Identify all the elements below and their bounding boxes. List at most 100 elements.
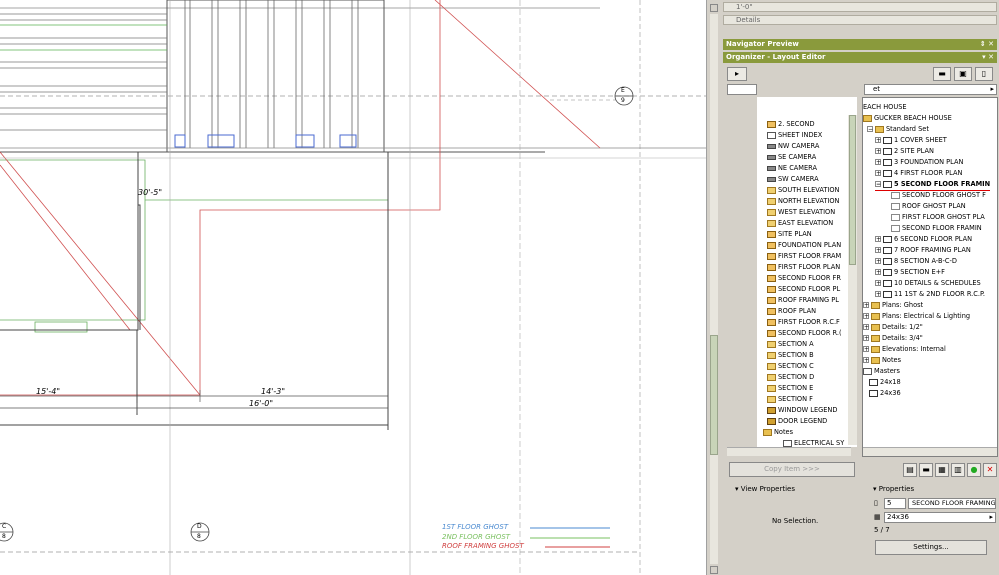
scroll-thumb[interactable] bbox=[710, 335, 718, 455]
properties-toggle[interactable]: ▾ Properties bbox=[873, 485, 914, 493]
panel-controls-icon[interactable]: ⇕ ✕ bbox=[980, 39, 994, 50]
layout-book-item[interactable]: +1 COVER SHEET bbox=[875, 135, 947, 146]
view-map-item[interactable]: SHEET INDEX bbox=[767, 130, 822, 141]
view-map-item[interactable]: WINDOW LEGEND bbox=[767, 405, 837, 416]
layout-book-item[interactable]: ROOF GHOST PLAN bbox=[891, 201, 966, 212]
view-map-item[interactable]: ROOF PLAN bbox=[767, 306, 816, 317]
publish-icon[interactable]: ● bbox=[967, 463, 981, 477]
vertical-scrollbar[interactable] bbox=[706, 0, 721, 575]
left-tree-hscrollbar[interactable] bbox=[727, 447, 851, 456]
organizer-titlebar[interactable]: Organizer - Layout Editor ▾ ✕ bbox=[723, 52, 997, 63]
view-map-item[interactable]: FIRST FLOOR PLAN bbox=[767, 262, 840, 273]
view-map-item[interactable]: EAST ELEVATION bbox=[767, 218, 833, 229]
view-map-item[interactable]: FIRST FLOOR FRAM bbox=[767, 251, 841, 262]
expand-toggle-icon[interactable]: + bbox=[875, 269, 881, 276]
details-field[interactable]: Details bbox=[723, 15, 997, 25]
view-map-item[interactable]: SECOND FLOOR FR bbox=[767, 273, 841, 284]
view-properties-toggle[interactable]: ▾ View Properties bbox=[735, 485, 795, 493]
view-map-item[interactable]: SECOND FLOOR PL bbox=[767, 284, 840, 295]
master-dropdown[interactable]: 24x36 ▸ bbox=[884, 512, 996, 523]
right-tree-hscrollbar[interactable] bbox=[863, 447, 997, 456]
expand-toggle-icon[interactable]: + bbox=[875, 159, 881, 166]
view-map-item[interactable]: SECTION E bbox=[767, 383, 813, 394]
view-map-item[interactable]: SW CAMERA bbox=[767, 174, 819, 185]
expand-toggle-icon[interactable]: + bbox=[863, 357, 869, 364]
layout-book-dropdown[interactable]: et ▸ bbox=[864, 84, 997, 95]
expand-toggle-icon[interactable]: + bbox=[863, 313, 869, 320]
master-icon[interactable]: ▥ bbox=[951, 463, 965, 477]
layout-book-item[interactable]: +9 SECTION E+F bbox=[875, 267, 945, 278]
view-set-dropdown[interactable] bbox=[727, 84, 757, 95]
view-map-item[interactable]: SOUTH ELEVATION bbox=[767, 185, 839, 196]
layout-book-item[interactable]: + Details: 3/4" bbox=[863, 333, 923, 344]
view-map-item[interactable]: NW CAMERA bbox=[767, 141, 819, 152]
layout-book-item[interactable]: + Notes bbox=[863, 355, 901, 366]
view-map-item[interactable]: SECTION B bbox=[767, 350, 814, 361]
layout-book-item[interactable]: + Plans: Ghost bbox=[863, 300, 923, 311]
new-folder-icon[interactable]: ▬ bbox=[919, 463, 933, 477]
view-map-item[interactable]: DOOR LEGEND bbox=[767, 416, 827, 427]
expand-toggle-icon[interactable]: − bbox=[875, 181, 881, 188]
expand-toggle-icon[interactable]: + bbox=[863, 335, 869, 342]
view-map-item[interactable]: 2. SECOND bbox=[767, 119, 815, 130]
copy-item-button[interactable]: Copy Item >>> bbox=[729, 462, 855, 477]
view-map-item[interactable]: SECTION A bbox=[767, 339, 814, 350]
navigator-preview-titlebar[interactable]: Navigator Preview ⇕ ✕ bbox=[723, 39, 997, 50]
settings-button[interactable]: Settings... bbox=[875, 540, 987, 555]
layout-book-item[interactable]: +2 SITE PLAN bbox=[875, 146, 934, 157]
folder-icon[interactable]: ▬ bbox=[933, 67, 951, 81]
expand-toggle-icon[interactable]: − bbox=[867, 126, 873, 133]
view-map-item[interactable]: SECOND FLOOR R.( bbox=[767, 328, 842, 339]
layout-book-item[interactable]: +4 FIRST FLOOR PLAN bbox=[875, 168, 962, 179]
layout-book-item[interactable]: +3 FOUNDATION PLAN bbox=[875, 157, 963, 168]
layout-book-item[interactable]: GUCKER BEACH HOUSE bbox=[863, 113, 952, 124]
layout-icon[interactable]: ▣ bbox=[954, 67, 972, 81]
scroll-up-button[interactable] bbox=[710, 4, 718, 12]
layout-book-item[interactable]: + Plans: Electrical & Lighting bbox=[863, 311, 970, 322]
view-map-item[interactable]: SECTION C bbox=[767, 361, 814, 372]
layout-book-tree[interactable]: EACH HOUSE GUCKER BEACH HOUSE − Standard Se… bbox=[862, 97, 998, 457]
view-map-item[interactable]: NE CAMERA bbox=[767, 163, 817, 174]
expand-toggle-icon[interactable]: + bbox=[875, 148, 881, 155]
expand-toggle-icon[interactable]: + bbox=[875, 247, 881, 254]
view-map-item[interactable]: NORTH ELEVATION bbox=[767, 196, 840, 207]
expand-toggle-icon[interactable]: + bbox=[875, 258, 881, 265]
drawing-canvas[interactable]: 30'-5" 15'-4" 14'-3" 16'-0" E 9 C 8 D 8 … bbox=[0, 0, 706, 575]
layout-book-item[interactable]: 24x36 bbox=[869, 388, 901, 399]
layout-number-field[interactable]: 5 bbox=[884, 498, 906, 509]
view-map-item[interactable]: ROOF FRAMING PL bbox=[767, 295, 839, 306]
layout-book-item[interactable]: 24x18 bbox=[869, 377, 901, 388]
expand-toggle-icon[interactable]: + bbox=[875, 291, 881, 298]
scroll-track[interactable] bbox=[710, 14, 718, 564]
expand-toggle-icon[interactable]: + bbox=[863, 324, 869, 331]
view-map-item[interactable]: WEST ELEVATION bbox=[767, 207, 835, 218]
new-layout-icon[interactable]: ▤ bbox=[903, 463, 917, 477]
layout-book-item[interactable]: +8 SECTION A-B-C-D bbox=[875, 256, 957, 267]
view-map-item[interactable]: FOUNDATION PLAN bbox=[767, 240, 841, 251]
layout-book-item[interactable]: + Details: 1/2" bbox=[863, 322, 923, 333]
tree-scroll-thumb[interactable] bbox=[849, 115, 856, 265]
expand-toggle-icon[interactable]: + bbox=[875, 137, 881, 144]
layout-book-item[interactable]: +11 1ST & 2ND FLOOR R.C.P. bbox=[875, 289, 985, 300]
layout-book-item[interactable]: SECOND FLOOR GHOST F bbox=[891, 190, 986, 201]
expand-toggle-icon[interactable]: + bbox=[875, 170, 881, 177]
expand-toggle-icon[interactable]: + bbox=[875, 280, 881, 287]
view-map-item[interactable]: SE CAMERA bbox=[767, 152, 816, 163]
new-subset-icon[interactable]: ▦ bbox=[935, 463, 949, 477]
expand-toggle-icon[interactable]: + bbox=[863, 302, 869, 309]
tree-scrollbar[interactable] bbox=[848, 115, 857, 445]
layout-book-item[interactable]: Masters bbox=[863, 366, 900, 377]
layout-book-item[interactable]: FIRST FLOOR GHOST PLA bbox=[891, 212, 985, 223]
layout-book-item[interactable]: SECOND FLOOR FRAMIN bbox=[891, 223, 982, 234]
expand-toggle-icon[interactable]: + bbox=[863, 346, 869, 353]
scale-field[interactable]: 1'-0" bbox=[723, 2, 997, 12]
layout-name-field[interactable]: SECOND FLOOR FRAMING bbox=[908, 498, 996, 509]
view-map-item[interactable]: Notes bbox=[763, 427, 793, 438]
layout-book-item[interactable]: +10 DETAILS & SCHEDULES bbox=[875, 278, 981, 289]
view-map-item[interactable]: SECTION F bbox=[767, 394, 813, 405]
layout-book-item[interactable]: − Standard Set bbox=[867, 124, 929, 135]
panel-controls-icon[interactable]: ▾ ✕ bbox=[982, 52, 994, 63]
layout-book-item[interactable]: EACH HOUSE bbox=[863, 102, 907, 113]
delete-icon[interactable]: ✕ bbox=[983, 463, 997, 477]
layout-book-item[interactable]: +7 ROOF FRAMING PLAN bbox=[875, 245, 971, 256]
